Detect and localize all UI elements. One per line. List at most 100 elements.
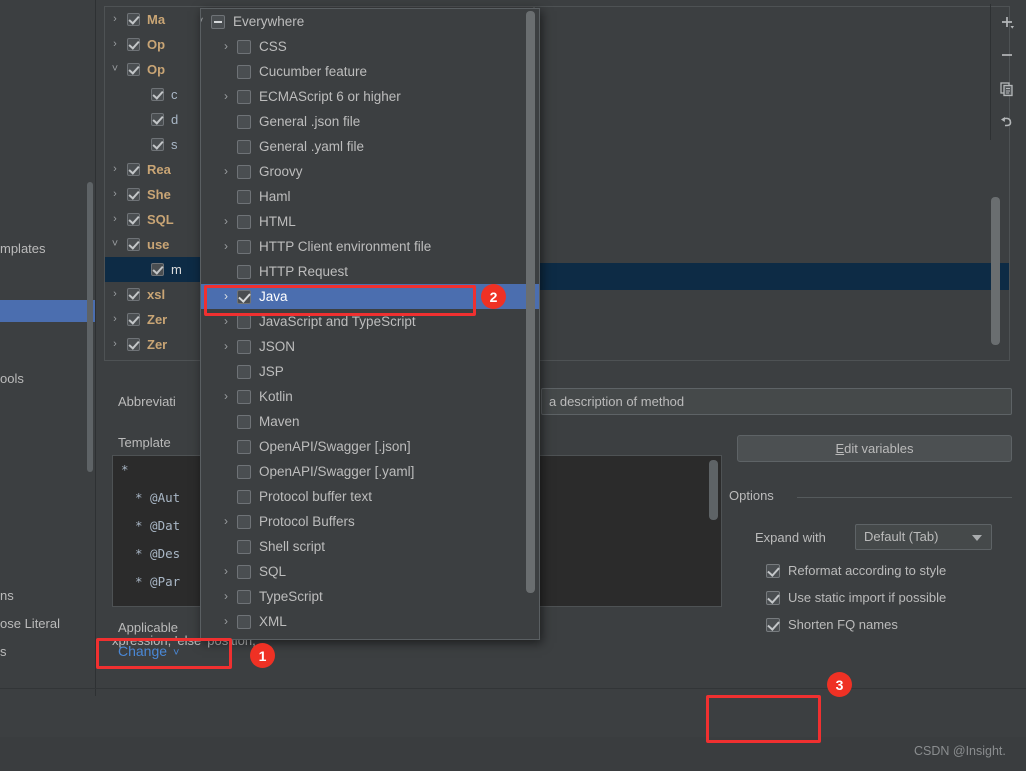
context-selection-popup[interactable]: ˅Everywhere›CSSCucumber feature›ECMAScri… (200, 8, 540, 640)
tree-row-checkbox[interactable] (127, 63, 140, 76)
chevron-right-icon[interactable]: › (109, 207, 121, 232)
popup-item[interactable]: › JavaScript and TypeScript (201, 309, 539, 334)
popup-item[interactable]: › Groovy (201, 159, 539, 184)
popup-item-checkbox[interactable] (237, 40, 251, 54)
popup-item[interactable]: Shell script (201, 534, 539, 559)
tree-row-checkbox[interactable] (127, 238, 140, 251)
popup-item[interactable]: › ECMAScript 6 or higher (201, 84, 539, 109)
popup-item-checkbox[interactable] (237, 540, 251, 554)
tree-row-checkbox[interactable] (151, 113, 164, 126)
tree-row-checkbox[interactable] (127, 163, 140, 176)
popup-item[interactable]: JSP (201, 359, 539, 384)
chevron-right-icon[interactable]: › (219, 34, 233, 59)
popup-item-checkbox[interactable] (237, 365, 251, 379)
tree-scrollbar[interactable] (991, 197, 1000, 345)
popup-item[interactable]: Cucumber feature (201, 59, 539, 84)
popup-item-checkbox[interactable] (211, 15, 225, 29)
popup-item[interactable]: Protocol buffer text (201, 484, 539, 509)
popup-item[interactable]: › Protocol Buffers (201, 509, 539, 534)
sidebar-item-3[interactable] (0, 300, 96, 322)
sidebar-item-4[interactable]: ools (0, 368, 24, 390)
chevron-right-icon[interactable]: › (109, 282, 121, 307)
tree-row-checkbox[interactable] (127, 313, 140, 326)
popup-item[interactable]: General .json file (201, 109, 539, 134)
popup-item-checkbox[interactable] (237, 290, 251, 304)
popup-item[interactable]: General .yaml file (201, 134, 539, 159)
popup-item-checkbox[interactable] (237, 340, 251, 354)
chevron-down-icon[interactable]: ˅ (201, 9, 207, 34)
chevron-right-icon[interactable]: › (219, 84, 233, 109)
chevron-right-icon[interactable]: › (109, 7, 121, 32)
popup-item-checkbox[interactable] (237, 265, 251, 279)
edit-variables-button[interactable]: Edit variables (737, 435, 1012, 462)
chevron-right-icon[interactable]: › (219, 584, 233, 609)
tree-row-checkbox[interactable] (127, 38, 140, 51)
popup-item[interactable]: › HTML (201, 209, 539, 234)
remove-icon[interactable] (994, 42, 1020, 68)
option-checkbox[interactable] (766, 564, 780, 578)
chevron-right-icon[interactable]: › (219, 209, 233, 234)
tree-row-checkbox[interactable] (151, 138, 164, 151)
sidebar-item-8[interactable]: ns (0, 585, 14, 607)
popup-item[interactable]: › JSON (201, 334, 539, 359)
popup-item[interactable]: › Kotlin (201, 384, 539, 409)
chevron-down-icon[interactable]: ˅ (109, 232, 121, 257)
live-templates-tree-right[interactable] (534, 6, 1010, 361)
chevron-right-icon[interactable]: › (219, 234, 233, 259)
option-checkbox[interactable] (766, 591, 780, 605)
popup-item[interactable]: › SQL (201, 559, 539, 584)
tree-toolbar[interactable] (990, 4, 1022, 140)
popup-item-checkbox[interactable] (237, 215, 251, 229)
popup-item[interactable]: › CSS (201, 34, 539, 59)
popup-item[interactable]: OpenAPI/Swagger [.yaml] (201, 459, 539, 484)
template-editor-scrollbar[interactable] (709, 460, 718, 520)
popup-item[interactable]: Maven (201, 409, 539, 434)
chevron-right-icon[interactable]: › (219, 159, 233, 184)
change-link[interactable]: Change ˅ (118, 643, 179, 659)
popup-item-checkbox[interactable] (237, 465, 251, 479)
chevron-down-icon[interactable]: ˅ (109, 57, 121, 82)
popup-item[interactable]: › XML (201, 609, 539, 634)
sidebar-item-9[interactable]: ose Literal (0, 613, 60, 635)
tree-row-checkbox[interactable] (151, 263, 164, 276)
popup-item[interactable]: OpenAPI/Swagger [.json] (201, 434, 539, 459)
chevron-right-icon[interactable]: › (219, 384, 233, 409)
popup-item[interactable]: › TypeScript (201, 584, 539, 609)
settings-sidebar[interactable]: mplates ools ns ose Literal s (0, 0, 96, 756)
popup-item-checkbox[interactable] (237, 615, 251, 629)
popup-scrollbar[interactable] (526, 11, 535, 593)
popup-item-checkbox[interactable] (237, 565, 251, 579)
popup-item[interactable]: › HTTP Client environment file (201, 234, 539, 259)
popup-item-checkbox[interactable] (237, 315, 251, 329)
chevron-right-icon[interactable]: › (219, 309, 233, 334)
tree-row-checkbox[interactable] (127, 13, 140, 26)
sidebar-item-1[interactable]: mplates (0, 238, 46, 260)
popup-item-checkbox[interactable] (237, 590, 251, 604)
tree-row-checkbox[interactable] (151, 88, 164, 101)
chevron-right-icon[interactable]: › (109, 32, 121, 57)
popup-item-checkbox[interactable] (237, 65, 251, 79)
popup-item-checkbox[interactable] (237, 190, 251, 204)
revert-icon[interactable] (994, 109, 1020, 135)
tree-row-checkbox[interactable] (127, 188, 140, 201)
chevron-right-icon[interactable]: › (219, 284, 233, 309)
expand-with-select[interactable]: Default (Tab) (855, 524, 992, 550)
chevron-right-icon[interactable]: › (109, 157, 121, 182)
popup-item-checkbox[interactable] (237, 515, 251, 529)
popup-item-checkbox[interactable] (237, 390, 251, 404)
chevron-right-icon[interactable]: › (219, 334, 233, 359)
popup-item-checkbox[interactable] (237, 90, 251, 104)
chevron-right-icon[interactable]: › (219, 559, 233, 584)
tree-row-checkbox[interactable] (127, 213, 140, 226)
popup-item-checkbox[interactable] (237, 115, 251, 129)
popup-item-checkbox[interactable] (237, 140, 251, 154)
tree-row-checkbox[interactable] (127, 288, 140, 301)
popup-item[interactable]: ˅ Everywhere (201, 9, 539, 34)
chevron-right-icon[interactable]: › (109, 332, 121, 357)
chevron-right-icon[interactable]: › (219, 509, 233, 534)
popup-item-checkbox[interactable] (237, 490, 251, 504)
chevron-right-icon[interactable]: › (109, 182, 121, 207)
tree-row-checkbox[interactable] (127, 338, 140, 351)
chevron-right-icon[interactable]: › (109, 307, 121, 332)
sidebar-scrollbar[interactable] (87, 182, 93, 472)
